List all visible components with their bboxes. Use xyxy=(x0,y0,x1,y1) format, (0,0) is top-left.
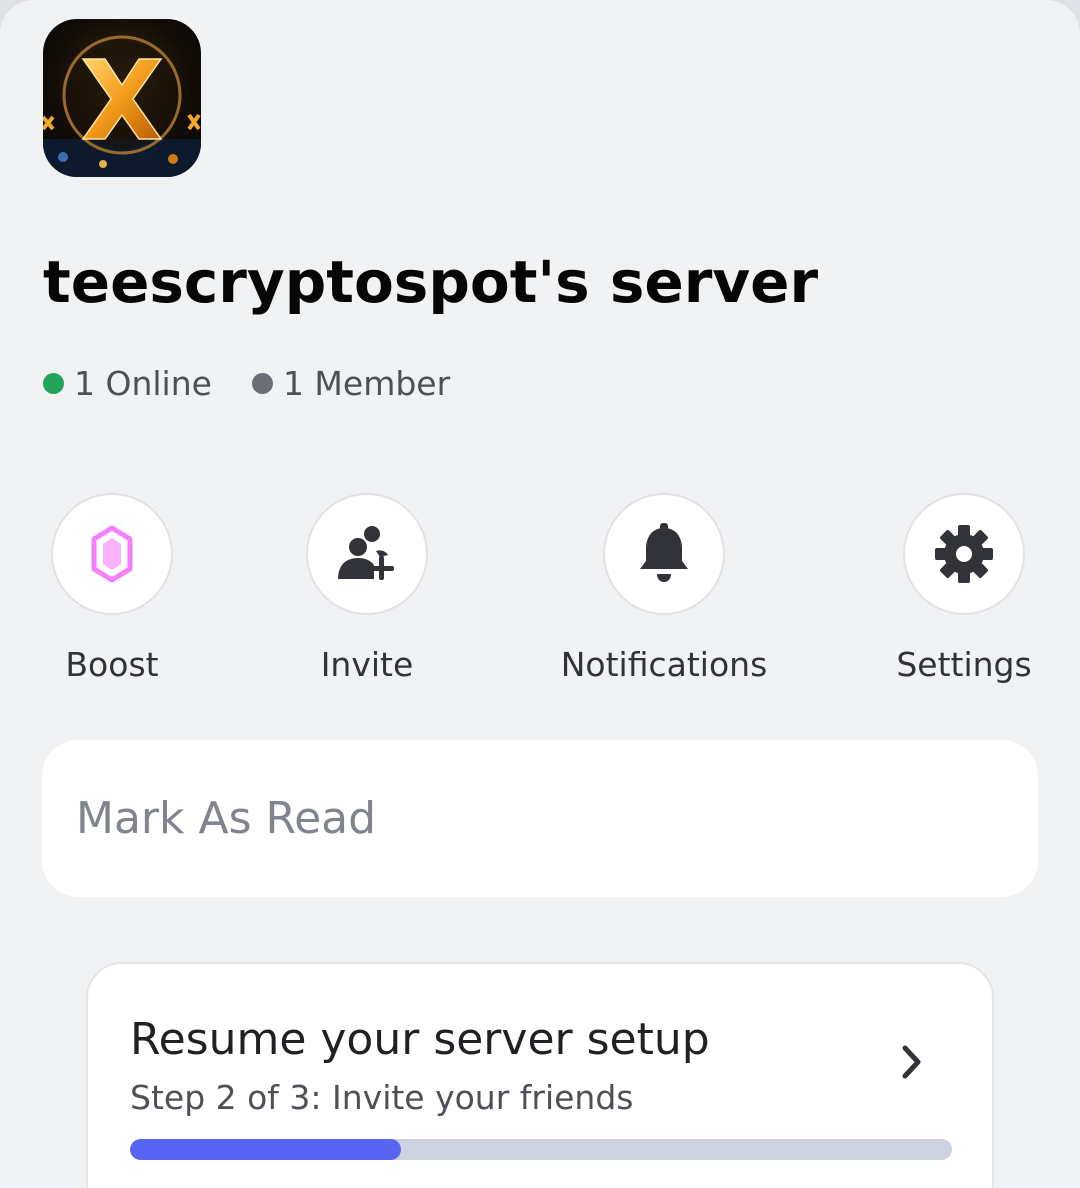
mark-as-read-button[interactable]: Mark As Read xyxy=(42,740,1038,897)
setup-progress-bar xyxy=(130,1139,952,1160)
chevron-right-icon[interactable] xyxy=(900,1042,924,1082)
invite-label: Invite xyxy=(320,645,414,684)
settings-circle[interactable] xyxy=(903,493,1025,615)
notifications-label: Notifications xyxy=(560,645,768,684)
boost-circle[interactable] xyxy=(51,493,173,615)
member-count: 1 Member xyxy=(251,364,451,403)
notifications-circle[interactable] xyxy=(603,493,725,615)
online-count: 1 Online xyxy=(43,364,212,403)
server-setup-card[interactable]: Resume your server setup Step 2 of 3: In… xyxy=(86,962,994,1188)
setup-subtitle: Step 2 of 3: Invite your friends xyxy=(130,1078,634,1117)
add-user-icon xyxy=(338,526,394,580)
server-icon xyxy=(43,19,201,177)
server-menu-sheet: teescryptospot's server 1 Online 1 Membe… xyxy=(0,0,1080,1188)
online-count-label: 1 Online xyxy=(74,364,212,403)
bell-icon xyxy=(640,523,688,582)
server-stats: 1 Online 1 Member xyxy=(43,364,490,403)
member-count-label: 1 Member xyxy=(282,364,451,403)
settings-button[interactable]: Settings xyxy=(844,493,1080,684)
boost-label: Boost xyxy=(65,645,159,684)
invite-circle[interactable] xyxy=(306,493,428,615)
member-status-dot xyxy=(251,373,273,394)
notifications-button[interactable]: Notifications xyxy=(544,493,784,684)
setup-title: Resume your server setup xyxy=(130,1014,710,1065)
mark-as-read-label: Mark As Read xyxy=(76,793,377,844)
server-name: teescryptospot's server xyxy=(43,248,819,316)
online-status-dot xyxy=(43,373,64,394)
boost-gem-icon xyxy=(91,525,133,583)
boost-button[interactable]: Boost xyxy=(0,493,232,684)
setup-progress-fill xyxy=(130,1139,402,1160)
gear-icon xyxy=(935,525,993,583)
invite-button[interactable]: Invite xyxy=(247,493,487,684)
settings-label: Settings xyxy=(896,645,1032,684)
